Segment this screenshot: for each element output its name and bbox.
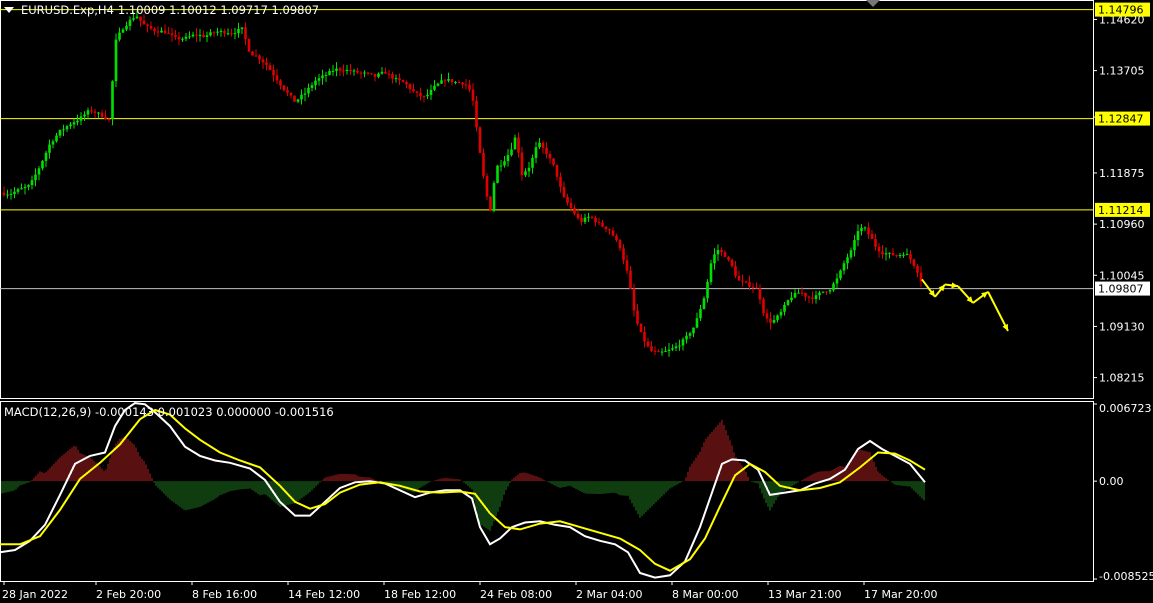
symbol-label: EURUSD.Exp,H4 xyxy=(21,3,114,17)
time-tick-label: 24 Feb 08:00 xyxy=(480,588,552,601)
time-tick-label: 13 Mar 21:00 xyxy=(768,588,841,601)
macd-indicator-label: MACD(12,26,9) -0.000143 0.001023 0.00000… xyxy=(4,405,334,419)
candle xyxy=(762,297,765,317)
candle xyxy=(251,50,254,56)
candle xyxy=(114,33,118,88)
time-tick-label: 2 Feb 20:00 xyxy=(96,588,161,601)
candle xyxy=(247,38,251,53)
candle xyxy=(496,164,499,184)
candle xyxy=(111,80,114,126)
level-price-label: 1.11214 xyxy=(1098,204,1144,217)
price-tick-label: 1.08215 xyxy=(1099,372,1145,385)
time-tick-label: 28 Jan 2022 xyxy=(2,588,68,601)
price-tick-label: 1.10045 xyxy=(1099,269,1145,282)
time-tick-label: 8 Mar 00:00 xyxy=(672,588,738,601)
candle xyxy=(482,148,485,179)
candle xyxy=(293,95,296,102)
chart-canvas[interactable]: 1.146201.137051.128751.118751.109601.100… xyxy=(0,0,1153,603)
candle xyxy=(702,296,706,310)
macd-tick-label: -0.008525 xyxy=(1099,570,1153,583)
time-tick-label: 17 Mar 20:00 xyxy=(864,588,937,601)
time-tick-label: 8 Feb 16:00 xyxy=(192,588,257,601)
macd-tick-label: 0.00 xyxy=(1099,475,1124,488)
level-price-label: 1.12847 xyxy=(1098,113,1144,126)
candle xyxy=(492,180,496,213)
price-tick-label: 1.10960 xyxy=(1099,218,1145,231)
time-tick-label: 18 Feb 12:00 xyxy=(384,588,456,601)
price-tick-label: 1.11875 xyxy=(1099,167,1145,180)
time-tick-label: 14 Feb 12:00 xyxy=(288,588,360,601)
dropdown-triangle-icon[interactable] xyxy=(4,7,14,13)
level-price-label: 1.14796 xyxy=(1098,4,1144,17)
ohlc-readout: 1.10009 1.10012 1.09717 1.09807 xyxy=(117,3,320,17)
price-tick-label: 1.13705 xyxy=(1099,65,1145,78)
candle xyxy=(639,323,643,333)
candle xyxy=(709,259,713,285)
price-tick-label: 1.09130 xyxy=(1099,320,1145,333)
price-panel[interactable] xyxy=(0,0,1094,399)
candle xyxy=(478,126,482,154)
chart-title: EURUSD.Exp,H4 1.10009 1.10012 1.09717 1.… xyxy=(4,3,319,17)
level-price-label: 1.09807 xyxy=(1098,283,1144,296)
candle xyxy=(475,96,478,132)
candle xyxy=(485,173,489,200)
macd-tick-label: 0.006723 xyxy=(1099,402,1152,415)
time-tick-label: 2 Mar 04:00 xyxy=(576,588,642,601)
candle xyxy=(489,196,492,212)
